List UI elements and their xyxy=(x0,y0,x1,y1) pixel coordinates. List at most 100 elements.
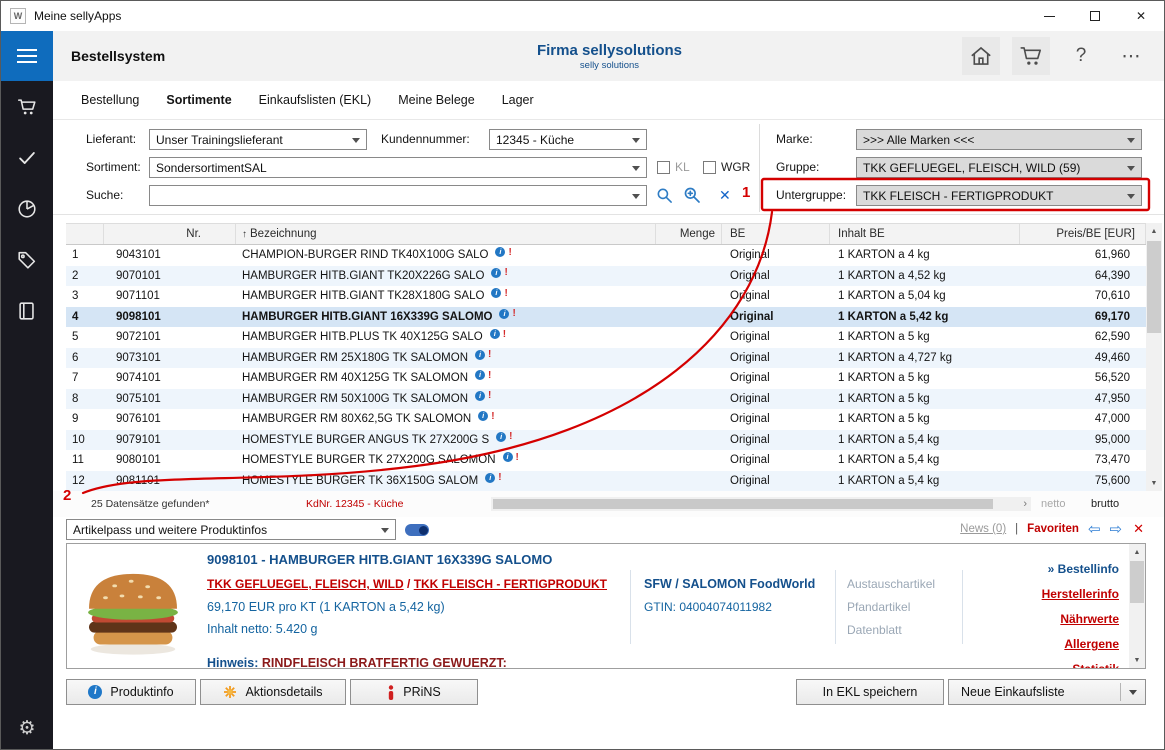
prev-article-icon[interactable]: ⇦ xyxy=(1088,522,1101,537)
prins-button[interactable]: PRiNS xyxy=(350,679,478,705)
search-icon[interactable] xyxy=(656,187,673,204)
sidebar-cart-icon[interactable] xyxy=(14,94,40,120)
sidebar-tag-icon[interactable] xyxy=(14,247,40,273)
netto-toggle[interactable]: netto xyxy=(1041,498,1065,510)
news-link[interactable]: News (0) xyxy=(960,523,1006,535)
table-scrollbar[interactable]: ▲ ▼ xyxy=(1146,223,1162,491)
horizontal-scrollbar[interactable]: › xyxy=(491,497,1031,511)
close-button[interactable]: ✕ xyxy=(1118,1,1164,31)
sidebar-chart-icon[interactable] xyxy=(14,196,40,222)
col-preis[interactable]: Preis/BE [EUR] xyxy=(1020,224,1146,244)
table-row[interactable]: 8 9075101 HAMBURGER RM 50X100G TK SALOMO… xyxy=(66,389,1146,410)
table-row[interactable]: 11 9080101 HOMESTYLE BURGER TK 27X200G S… xyxy=(66,450,1146,471)
hamburger-menu-button[interactable] xyxy=(1,31,53,81)
table-row[interactable]: 7 9074101 HAMBURGER RM 40X125G TK SALOMO… xyxy=(66,368,1146,389)
category-link-2[interactable]: TKK FLEISCH - FERTIGPRODUKT xyxy=(414,577,607,591)
warning-icon[interactable]: ! xyxy=(516,452,519,463)
info-icon[interactable]: i xyxy=(478,411,488,421)
suche-input[interactable] xyxy=(149,185,647,206)
warning-icon[interactable]: ! xyxy=(509,431,512,442)
info-icon[interactable]: i xyxy=(491,268,501,278)
warning-icon[interactable]: ! xyxy=(488,349,491,360)
info-icon[interactable]: i xyxy=(491,288,501,298)
warning-icon[interactable]: ! xyxy=(504,288,507,299)
table-row[interactable]: 10 9079101 HOMESTYLE BURGER ANGUS TK 27X… xyxy=(66,430,1146,451)
scroll-up-icon[interactable]: ▲ xyxy=(1129,544,1145,560)
warning-icon[interactable]: ! xyxy=(508,247,511,258)
scroll-up-icon[interactable]: ▲ xyxy=(1146,223,1162,239)
product-link[interactable]: Herstellerinfo xyxy=(1042,587,1119,601)
info-icon[interactable]: i xyxy=(499,309,509,319)
home-icon[interactable] xyxy=(962,37,1000,75)
in-ekl-speichern-button[interactable]: In EKL speichern xyxy=(796,679,944,705)
warning-icon[interactable]: ! xyxy=(504,267,507,278)
next-article-icon[interactable]: ⇨ xyxy=(1110,522,1123,537)
tab-meine-belege[interactable]: Meine Belege xyxy=(398,93,474,107)
aktionsdetails-button[interactable]: Aktionsdetails xyxy=(200,679,346,705)
product-link[interactable]: Statistik xyxy=(1072,662,1119,669)
warning-icon[interactable]: ! xyxy=(512,308,515,319)
scrollbar-thumb[interactable] xyxy=(1147,241,1161,333)
tab-einkaufslisten-ekl-[interactable]: Einkaufslisten (EKL) xyxy=(259,93,372,107)
scroll-down-icon[interactable]: ▼ xyxy=(1146,475,1162,491)
advanced-search-icon[interactable] xyxy=(683,186,701,204)
product-link[interactable]: Nährwerte xyxy=(1060,612,1119,626)
info-icon[interactable]: i xyxy=(475,391,485,401)
gruppe-select[interactable]: TKK GEFLUEGEL, FLEISCH, WILD (59) xyxy=(856,157,1142,178)
col-be[interactable]: BE xyxy=(722,224,830,244)
info-icon[interactable]: i xyxy=(490,329,500,339)
product-link[interactable]: » Bestellinfo xyxy=(1048,562,1119,576)
hscrollbar-thumb[interactable] xyxy=(493,499,993,509)
table-row[interactable]: 5 9072101 HAMBURGER HITB.PLUS TK 40X125G… xyxy=(66,327,1146,348)
neue-einkaufsliste-dropdown[interactable]: Neue Einkaufsliste xyxy=(948,679,1146,705)
sidebar-catalog-icon[interactable] xyxy=(14,298,40,324)
product-link[interactable]: Allergene xyxy=(1064,637,1119,651)
kl-checkbox[interactable]: KL xyxy=(657,160,690,174)
cart-icon[interactable] xyxy=(1012,37,1050,75)
tab-bestellung[interactable]: Bestellung xyxy=(81,93,139,107)
table-row[interactable]: 4 9098101 HAMBURGER HITB.GIANT 16X339G S… xyxy=(66,307,1146,328)
clear-search-icon[interactable]: ✕ xyxy=(719,187,731,204)
warning-icon[interactable]: ! xyxy=(488,370,491,381)
info-icon[interactable]: i xyxy=(475,350,485,360)
help-icon[interactable]: ? xyxy=(1062,37,1100,75)
info-icon[interactable]: i xyxy=(503,452,513,462)
sortiment-select[interactable]: SondersortimentSAL xyxy=(149,157,647,178)
table-row[interactable]: 9 9076101 HAMBURGER RM 80X62,5G TK SALOM… xyxy=(66,409,1146,430)
table-row[interactable]: 3 9071101 HAMBURGER HITB.GIANT TK28X180G… xyxy=(66,286,1146,307)
minimize-button[interactable] xyxy=(1026,1,1072,31)
scroll-down-icon[interactable]: ▼ xyxy=(1129,652,1145,668)
sidebar-check-icon[interactable] xyxy=(14,145,40,171)
lieferant-select[interactable]: Unser Trainingslieferant xyxy=(149,129,367,150)
table-row[interactable]: 2 9070101 HAMBURGER HITB.GIANT TK20X226G… xyxy=(66,266,1146,287)
col-inhalt[interactable]: Inhalt BE xyxy=(830,224,1020,244)
warning-icon[interactable]: ! xyxy=(488,390,491,401)
info-icon[interactable]: i xyxy=(495,247,505,257)
close-panel-icon[interactable]: ✕ xyxy=(1133,521,1144,537)
more-icon[interactable]: ⋯ xyxy=(1112,37,1150,75)
wgr-checkbox[interactable]: WGR xyxy=(703,160,750,174)
marke-select[interactable]: >>> Alle Marken <<< xyxy=(856,129,1142,150)
category-link-1[interactable]: TKK GEFLUEGEL, FLEISCH, WILD xyxy=(207,577,404,591)
brutto-toggle[interactable]: brutto xyxy=(1091,498,1119,510)
scroll-right-icon[interactable]: › xyxy=(1023,497,1027,511)
settings-gear-icon[interactable]: ⚙ xyxy=(14,715,40,741)
tab-lager[interactable]: Lager xyxy=(502,93,534,107)
table-row[interactable]: 12 9081101 HOMESTYLE BURGER TK 36X150G S… xyxy=(66,471,1146,492)
productinfo-select[interactable]: Artikelpass und weitere Produktinfos xyxy=(66,519,396,540)
warning-icon[interactable]: ! xyxy=(498,472,501,483)
info-icon[interactable]: i xyxy=(475,370,485,380)
favoriten-link[interactable]: Favoriten xyxy=(1027,523,1079,535)
kundennummer-select[interactable]: 12345 - Küche xyxy=(489,129,647,150)
warning-icon[interactable]: ! xyxy=(491,411,494,422)
col-nr[interactable]: Nr. xyxy=(104,224,236,244)
untergruppe-select[interactable]: TKK FLEISCH - FERTIGPRODUKT xyxy=(856,185,1142,206)
productinfo-toggle[interactable] xyxy=(405,524,429,536)
info-icon[interactable]: i xyxy=(485,473,495,483)
panel-scrollbar[interactable]: ▲ ▼ xyxy=(1129,544,1145,668)
scrollbar-thumb[interactable] xyxy=(1130,561,1144,603)
table-row[interactable]: 6 9073101 HAMBURGER RM 25X180G TK SALOMO… xyxy=(66,348,1146,369)
info-icon[interactable]: i xyxy=(496,432,506,442)
produktinfo-button[interactable]: iProduktinfo xyxy=(66,679,196,705)
warning-icon[interactable]: ! xyxy=(503,329,506,340)
